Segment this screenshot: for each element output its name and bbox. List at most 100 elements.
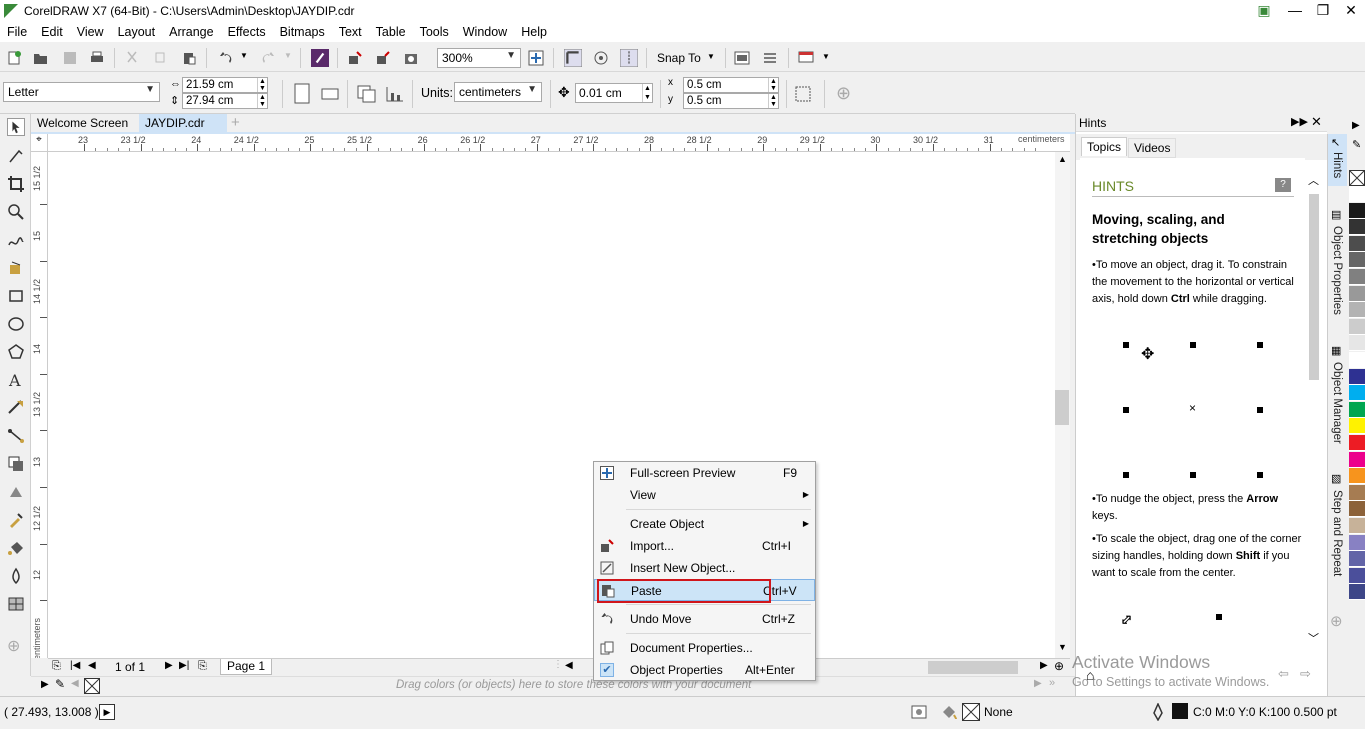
menu-item-undo-move[interactable]: Undo Move Ctrl+Z	[594, 608, 815, 630]
publish-pdf-icon[interactable]	[403, 50, 419, 66]
color-swatch[interactable]	[1349, 584, 1365, 601]
color-swatch[interactable]	[1349, 202, 1365, 219]
welcome-screen-icon[interactable]	[734, 50, 750, 66]
horizontal-scroll-thumb[interactable]	[928, 661, 1018, 674]
close-button[interactable]: ✕	[1337, 0, 1365, 22]
palette-scroll-left-icon[interactable]: ◀	[71, 678, 79, 689]
palette-expand-icon[interactable]: »	[1049, 677, 1055, 689]
smart-drawing-tool-icon[interactable]	[7, 567, 25, 585]
duplicate-y-field[interactable]: 0.5 cm ▲ ▼	[683, 93, 779, 109]
menu-item-insert-new-object[interactable]: Insert New Object...	[594, 557, 815, 579]
outline-pen-icon[interactable]	[1150, 703, 1166, 721]
landscape-icon[interactable]	[321, 86, 339, 102]
interactive-fill-tool-icon[interactable]	[7, 539, 25, 557]
vertical-scroll-thumb[interactable]	[1055, 390, 1069, 425]
options-icon[interactable]	[762, 50, 778, 66]
menu-edit[interactable]: Edit	[34, 25, 70, 39]
color-swatch[interactable]	[1349, 501, 1365, 518]
zoom-tool-icon[interactable]	[7, 203, 25, 221]
color-swatch[interactable]	[1349, 534, 1365, 551]
redo-icon[interactable]	[260, 50, 276, 66]
hints-scrollbar[interactable]: ︿ ﹀	[1305, 170, 1323, 650]
color-swatch[interactable]	[1349, 368, 1365, 385]
menu-help[interactable]: Help	[514, 25, 554, 39]
color-swatch[interactable]	[1349, 401, 1365, 418]
launcher-dropdown-icon[interactable]: ▼	[822, 52, 830, 61]
import-icon[interactable]	[347, 50, 363, 66]
scroll-left-arrow-icon[interactable]: ◀	[565, 660, 573, 671]
menu-effects[interactable]: Effects	[221, 25, 273, 39]
treat-as-filled-icon[interactable]	[793, 84, 813, 104]
color-swatch[interactable]	[1349, 418, 1365, 435]
new-tab-button[interactable]: +	[227, 114, 245, 133]
menu-item-full-screen-preview[interactable]: Full-screen Preview F9	[594, 462, 815, 484]
portrait-icon[interactable]	[293, 83, 311, 105]
ruler-origin-icon[interactable]: ⌖	[31, 134, 48, 152]
scroll-right-arrow-icon[interactable]: ▶	[1040, 660, 1048, 671]
fill-bucket-icon[interactable]	[940, 703, 958, 721]
save-icon[interactable]	[62, 50, 78, 66]
palette-flyout-icon[interactable]: ▶	[41, 679, 49, 690]
color-swatch[interactable]	[1349, 468, 1365, 485]
menu-item-create-object[interactable]: Create Object ▶	[594, 513, 815, 535]
full-screen-preview-icon[interactable]	[528, 50, 544, 66]
menu-table[interactable]: Table	[369, 25, 413, 39]
menu-item-view[interactable]: View ▶	[594, 484, 815, 506]
add-property-icon[interactable]: ⊕	[836, 83, 851, 104]
transparency-tool-icon[interactable]	[7, 483, 25, 501]
page-width-field[interactable]: 21.59 cm ▲ ▼	[182, 77, 268, 93]
tab-videos[interactable]: Videos	[1128, 138, 1177, 158]
menu-bitmaps[interactable]: Bitmaps	[273, 25, 332, 39]
menu-file[interactable]: File	[0, 25, 34, 39]
tab-jaydip-cdr[interactable]: JAYDIP.cdr	[139, 114, 227, 133]
shape-tool-icon[interactable]	[7, 147, 25, 165]
parallel-dimension-tool-icon[interactable]	[7, 399, 25, 417]
color-proofing-icon[interactable]	[911, 704, 927, 720]
first-page-icon[interactable]: |◀	[70, 660, 80, 671]
next-page-icon[interactable]: ▶	[165, 660, 173, 671]
redo-dropdown-icon[interactable]: ▼	[284, 51, 292, 60]
color-swatch[interactable]	[1349, 252, 1365, 269]
menu-arrange[interactable]: Arrange	[162, 25, 220, 39]
show-grid-icon[interactable]	[593, 50, 609, 66]
color-swatch[interactable]	[1349, 335, 1365, 352]
eyedropper-icon[interactable]: ✎	[55, 677, 65, 691]
status-flyout-icon[interactable]: ▶	[99, 704, 115, 720]
menu-layout[interactable]: Layout	[111, 25, 163, 39]
color-swatch[interactable]	[1349, 269, 1365, 285]
add-page-after-icon[interactable]: ⎘	[198, 660, 207, 673]
color-swatch[interactable]	[1349, 435, 1365, 451]
color-swatch[interactable]	[1349, 518, 1365, 534]
palette-eyedropper-icon[interactable]: ✎	[1352, 138, 1361, 151]
open-icon[interactable]	[33, 50, 49, 66]
color-swatch[interactable]	[1349, 352, 1365, 368]
no-color-swatch[interactable]	[84, 678, 100, 694]
color-swatch[interactable]	[1349, 551, 1365, 568]
color-swatch[interactable]	[1349, 385, 1365, 402]
scroll-down-arrow-icon[interactable]: ▼	[1058, 642, 1067, 652]
docker-close-icon[interactable]: ✕	[1311, 114, 1322, 130]
hints-scroll-down-icon[interactable]: ﹀	[1308, 630, 1319, 646]
palette-scroll-right-icon[interactable]: ▶	[1034, 678, 1042, 689]
hints-forward-icon[interactable]: ⇨	[1300, 666, 1311, 682]
add-page-before-icon[interactable]: ⎘	[52, 660, 61, 673]
crop-tool-icon[interactable]	[7, 175, 25, 193]
color-swatch[interactable]	[1349, 451, 1365, 468]
print-icon[interactable]	[89, 50, 105, 66]
polygon-tool-icon[interactable]	[7, 343, 25, 361]
color-swatch[interactable]	[1349, 302, 1365, 319]
paste-icon[interactable]	[181, 50, 197, 66]
vertical-ruler[interactable]: centimeters 15 1/2 15 14 1/2 14 13 1/2 13 12 1…	[31, 152, 48, 658]
menu-text[interactable]: Text	[332, 25, 369, 39]
menu-item-document-properties[interactable]: Document Properties...	[594, 637, 815, 659]
all-pages-icon[interactable]	[357, 85, 377, 103]
corel-connect-icon[interactable]	[311, 49, 329, 67]
page-height-field[interactable]: 27.94 cm ▲ ▼	[182, 93, 268, 109]
text-tool-icon[interactable]: A	[7, 371, 25, 389]
ellipse-tool-icon[interactable]	[7, 315, 25, 333]
export-icon[interactable]	[375, 50, 391, 66]
palette-menu-arrow-icon[interactable]: ▶	[1352, 120, 1360, 131]
color-swatch[interactable]	[1349, 235, 1365, 252]
color-swatch[interactable]	[1349, 285, 1365, 302]
units-select[interactable]: centimeters ▼	[454, 82, 542, 102]
